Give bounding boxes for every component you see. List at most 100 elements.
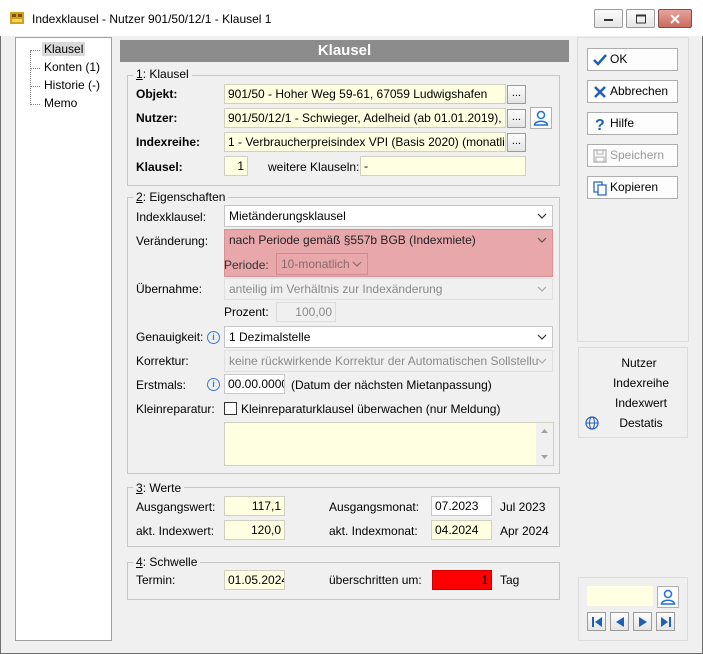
scroll-arrows-icon — [541, 429, 548, 459]
indexwert-link[interactable]: Indexwert — [579, 396, 695, 410]
termin-field: 01.05.2024 — [224, 570, 285, 590]
chevron-down-icon — [537, 237, 547, 243]
panel-title: Klausel — [120, 40, 569, 62]
next-icon — [638, 616, 647, 627]
chevron-down-icon — [537, 358, 547, 364]
first-record-button[interactable] — [587, 612, 606, 631]
tree-connector — [30, 51, 31, 105]
tree-connector — [30, 86, 40, 87]
group-title-schwelle: 4: Schwelle — [133, 555, 201, 569]
uebernahme-label: Übernahme: — [136, 282, 203, 296]
next-record-button[interactable] — [633, 612, 652, 631]
tree-item-klausel[interactable]: Klausel — [42, 42, 86, 56]
veraenderung-label: Veränderung: — [136, 234, 209, 248]
app-icon — [9, 10, 25, 26]
save-icon — [593, 149, 607, 163]
indexreihe-field[interactable]: 1 - Verbraucherpreisindex VPI (Basis 202… — [224, 132, 506, 152]
kleinreparatur-checkbox[interactable] — [224, 402, 237, 415]
svg-text:?: ? — [595, 117, 605, 132]
destatis-link[interactable]: Destatis — [579, 416, 695, 430]
close-button[interactable] — [658, 9, 692, 28]
erstmals-note: (Datum der nächsten Mietanpassung) — [291, 378, 492, 392]
indexreihe-link[interactable]: Indexreihe — [579, 376, 695, 390]
group-werte — [127, 487, 560, 547]
group-title-werte: 3: Werte — [133, 481, 185, 495]
kopieren-button[interactable]: Kopieren — [587, 176, 678, 199]
person-lookup-button[interactable] — [657, 586, 679, 608]
ueberschritten-label: überschritten um: — [329, 573, 422, 587]
akt-indexmonat-text: Apr 2024 — [500, 524, 549, 538]
last-icon — [660, 616, 671, 627]
chevron-down-icon — [537, 213, 547, 219]
group-title-klausel: 1: Klausel — [133, 67, 192, 81]
ok-button[interactable]: OK — [587, 48, 678, 71]
nutzer-link[interactable]: Nutzer — [579, 356, 693, 370]
akt-indexmonat-field: 04.2024 — [431, 520, 492, 540]
erstmals-label: Erstmals: — [136, 378, 187, 392]
tree-connector — [30, 104, 40, 105]
objekt-browse-button[interactable]: ... — [507, 85, 526, 104]
erstmals-date-field[interactable]: 00.00.0000 — [224, 374, 285, 394]
weitere-klauseln-field: - — [360, 156, 526, 176]
person-icon — [660, 589, 676, 605]
objekt-field[interactable]: 901/50 - Hoher Weg 59-61, 67059 Ludwigsh… — [224, 84, 506, 104]
abbrechen-button[interactable]: Abbrechen — [587, 80, 678, 103]
help-icon: ? — [595, 117, 605, 132]
previous-record-button[interactable] — [610, 612, 629, 631]
periode-label: Periode: — [224, 258, 269, 272]
objekt-label: Objekt: — [136, 87, 178, 101]
ueberschritten-field: 1 — [432, 570, 492, 590]
record-search-field[interactable] — [587, 586, 653, 606]
kleinreparatur-checkbox-label[interactable]: Kleinreparaturklausel überwachen (nur Me… — [241, 402, 500, 416]
veraenderung-select[interactable]: nach Periode gemäß §557b BGB (Indexmiete… — [224, 229, 553, 251]
hilfe-button[interactable]: ? Hilfe — [587, 112, 678, 135]
indexreihe-browse-button[interactable]: ... — [507, 133, 526, 152]
ausgangsmonat-field[interactable]: 07.2023 — [431, 496, 492, 516]
nutzer-browse-button[interactable]: ... — [507, 109, 526, 128]
prozent-label: Prozent: — [224, 305, 269, 319]
indexklausel-label: Indexklausel: — [136, 210, 207, 224]
check-icon — [593, 54, 607, 66]
memo-textarea[interactable] — [224, 422, 554, 466]
korrektur-select: keine rückwirkende Korrektur der Automat… — [224, 350, 553, 372]
genauigkeit-select[interactable]: 1 Dezimalstelle — [224, 326, 553, 348]
tag-label: Tag — [500, 573, 520, 587]
uebernahme-select: anteilig im Verhältnis zur Indexänderung — [224, 278, 553, 300]
minimize-button[interactable] — [594, 9, 623, 28]
indexreihe-label: Indexreihe: — [136, 135, 201, 149]
ausgangsmonat-label: Ausgangsmonat: — [329, 500, 420, 514]
akt-indexwert-field: 120,0 — [224, 520, 285, 540]
record-navigation — [578, 577, 688, 641]
tree-item-historie[interactable]: Historie (-) — [42, 78, 102, 92]
klausel-label: Klausel: — [136, 160, 183, 174]
nutzer-field[interactable]: 901/50/12/1 - Schwieger, Adelheid (ab 01… — [224, 108, 506, 128]
last-record-button[interactable] — [656, 612, 675, 631]
tree-connector — [30, 50, 40, 51]
tree-item-konten[interactable]: Konten (1) — [42, 60, 102, 74]
copy-icon — [593, 181, 607, 196]
periode-select[interactable]: 10-monatlich — [276, 253, 368, 275]
navigation-tree: Klausel Konten (1) Historie (-) Memo — [15, 37, 112, 641]
first-icon — [591, 616, 602, 627]
klausel-number-field[interactable]: 1 — [224, 156, 248, 176]
person-button[interactable] — [530, 107, 552, 129]
ausgangsmonat-text: Jul 2023 — [500, 500, 546, 514]
maximize-button[interactable] — [626, 9, 655, 28]
speichern-button[interactable]: Speichern — [587, 144, 678, 167]
info-icon[interactable]: i — [207, 331, 220, 344]
globe-icon — [585, 416, 599, 430]
tree-connector — [30, 68, 40, 69]
indexklausel-select[interactable]: Mietänderungsklausel — [224, 205, 553, 227]
chevron-down-icon — [352, 261, 362, 267]
info-icon[interactable]: i — [207, 378, 220, 391]
tree-item-memo[interactable]: Memo — [42, 96, 79, 110]
chevron-down-icon — [537, 334, 547, 340]
title-bar: Indexklausel - Nutzer 901/50/12/1 - Klau… — [0, 0, 703, 36]
memo-scrollbar[interactable] — [536, 423, 553, 465]
chevron-down-icon — [537, 286, 547, 292]
cancel-icon — [594, 86, 606, 98]
kleinreparatur-label: Kleinreparatur: — [136, 402, 215, 416]
akt-indexwert-label: akt. Indexwert: — [136, 524, 215, 538]
previous-icon — [615, 616, 624, 627]
nutzer-label: Nutzer: — [136, 111, 178, 125]
